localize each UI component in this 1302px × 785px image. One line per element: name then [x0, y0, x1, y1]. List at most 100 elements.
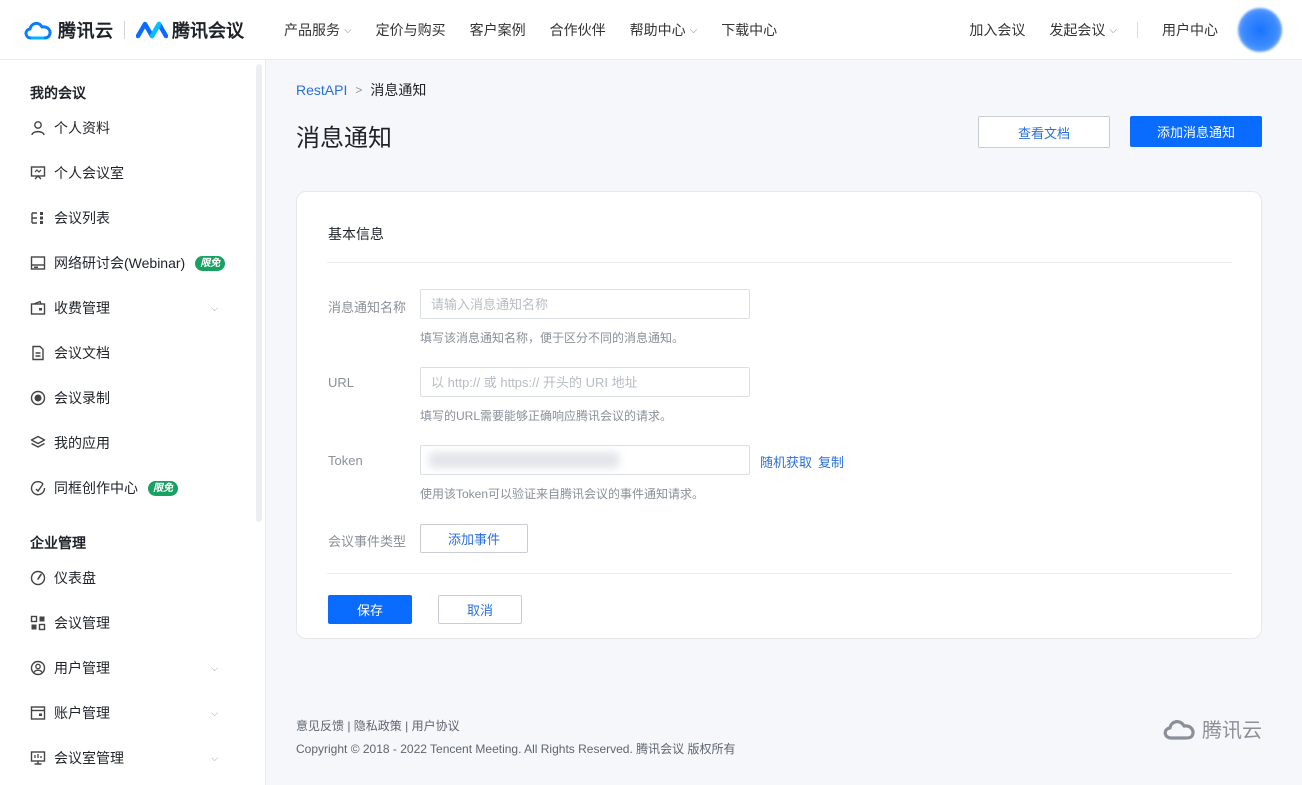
sidebar-item-label: 个人会议室	[54, 165, 124, 181]
save-button[interactable]: 保存	[328, 595, 412, 624]
sidebar-item-dashboard[interactable]: 仪表盘	[30, 568, 230, 588]
nav-cases[interactable]: 客户案例	[470, 20, 526, 40]
sidebar-item-label: 网络研讨会(Webinar)	[54, 255, 186, 271]
nav-pricing[interactable]: 定价与购买	[376, 20, 446, 40]
breadcrumb-restapi-link[interactable]: RestAPI	[296, 82, 347, 98]
sidebar-item-label: 我的应用	[54, 435, 110, 451]
grid-icon	[30, 615, 46, 631]
copy-token-link[interactable]: 复制	[818, 452, 844, 471]
sidebar-item-webinar[interactable]: 网络研讨会(Webinar) 限免	[30, 253, 260, 273]
sidebar-item-recording[interactable]: 会议录制	[30, 388, 230, 408]
sidebar-item-label: 账户管理	[54, 705, 110, 721]
token-label: Token	[328, 453, 363, 468]
token-input[interactable]	[420, 445, 750, 475]
webinar-icon	[30, 255, 46, 271]
add-notification-button[interactable]: 添加消息通知	[1130, 116, 1262, 147]
meeting-room-icon	[30, 750, 46, 766]
wallet-icon	[30, 300, 46, 316]
chevron-down-icon: ⌵	[211, 302, 218, 313]
chevron-down-icon: ⌵	[344, 24, 352, 36]
header-right-nav: 加入会议 发起会议 ⌵ 用户中心	[945, 0, 1218, 60]
breadcrumb-separator-icon: >	[355, 83, 363, 97]
cloud-logo-icon	[24, 21, 52, 40]
user-icon	[30, 120, 46, 136]
header-divider	[1137, 22, 1138, 38]
sidebar-item-creation-center[interactable]: 同框创作中心 限免	[30, 478, 260, 498]
notification-form-card: 基本信息 消息通知名称 填写该消息通知名称，便于区分不同的消息通知。 URL 填…	[296, 191, 1262, 639]
random-token-link[interactable]: 随机获取	[760, 452, 812, 471]
sidebar-scrollbar[interactable]	[256, 64, 262, 522]
footer-tencent-cloud-logo: 腾讯云	[1160, 714, 1262, 743]
users-icon	[30, 660, 46, 676]
sidebar-item-label: 会议文档	[54, 345, 110, 361]
nav-label: 用户中心	[1162, 22, 1218, 38]
sidebar-item-meeting-list[interactable]: 会议列表	[30, 208, 230, 228]
tencent-cloud-logo[interactable]: 腾讯云	[22, 17, 114, 43]
chevron-down-icon: ⌵	[211, 707, 218, 718]
name-help-text: 填写该消息通知名称，便于区分不同的消息通知。	[420, 331, 685, 345]
free-badge: 限免	[195, 255, 226, 271]
section-my-meetings: 我的会议	[30, 85, 86, 101]
token-help-text: 使用该Token可以验证来自腾讯会议的事件通知请求。	[420, 487, 705, 501]
sidebar-item-label: 会议列表	[54, 210, 110, 226]
list-icon	[30, 210, 46, 226]
meeting-logo-icon	[136, 21, 168, 39]
sidebar-item-label: 仪表盘	[54, 570, 96, 586]
record-icon	[30, 390, 46, 406]
sidebar-item-docs[interactable]: 会议文档	[30, 343, 230, 363]
footer-links[interactable]: 意见反馈 | 隐私政策 | 用户协议	[296, 717, 460, 734]
chevron-down-icon: ⌵	[211, 752, 218, 763]
layers-icon	[30, 435, 46, 451]
nav-label: 产品服务	[284, 22, 340, 38]
breadcrumb-current: 消息通知	[370, 82, 427, 98]
sidebar-item-billing[interactable]: 收费管理 ⌵	[30, 298, 230, 318]
user-center-link[interactable]: 用户中心	[1162, 20, 1218, 40]
url-input[interactable]	[420, 367, 750, 397]
start-meeting-link[interactable]: 发起会议 ⌵	[1049, 20, 1117, 40]
meeting-brand-text: 腾讯会议	[172, 21, 244, 41]
page-title: 消息通知	[296, 125, 392, 152]
token-value-redacted	[429, 452, 619, 468]
notification-name-input[interactable]	[420, 289, 750, 319]
sidebar-item-profile[interactable]: 个人资料	[30, 118, 230, 138]
chevron-down-icon: ⌵	[689, 24, 698, 36]
nav-download[interactable]: 下载中心	[721, 20, 777, 40]
sidebar-item-room-management[interactable]: 会议室管理 ⌵	[30, 748, 230, 768]
nav-partners[interactable]: 合作伙伴	[550, 20, 606, 40]
nav-help[interactable]: 帮助中心 ⌵	[630, 20, 698, 40]
url-help-text: 填写的URL需要能够正确响应腾讯会议的请求。	[420, 409, 673, 423]
chevron-down-icon: ⌵	[1109, 24, 1117, 36]
cloud-logo-icon	[1163, 719, 1195, 740]
sidebar-item-label: 用户管理	[54, 660, 110, 676]
nav-products[interactable]: 产品服务 ⌵	[284, 20, 352, 40]
sidebar-item-meeting-management[interactable]: 会议管理	[30, 613, 230, 633]
sidebar-item-personal-room[interactable]: 个人会议室	[30, 163, 230, 183]
sidebar-item-label: 会议管理	[54, 615, 110, 631]
add-event-button[interactable]: 添加事件	[420, 524, 528, 553]
nav-label: 合作伙伴	[549, 22, 606, 38]
sidebar-item-label: 会议室管理	[54, 750, 124, 766]
cloud-brand-text: 腾讯云	[58, 21, 114, 41]
sidebar: 我的会议 个人资料 个人会议室 会议列表 网络研讨会(Webinar) 限免 收…	[0, 60, 266, 785]
nav-label: 定价与购买	[375, 22, 446, 38]
free-badge: 限免	[148, 480, 178, 496]
document-icon	[30, 345, 46, 361]
sidebar-item-my-apps[interactable]: 我的应用	[30, 433, 230, 453]
sidebar-item-user-management[interactable]: 用户管理 ⌵	[30, 658, 230, 678]
sidebar-item-label: 会议录制	[54, 390, 110, 406]
join-meeting-link[interactable]: 加入会议	[969, 20, 1025, 40]
section-enterprise: 企业管理	[30, 535, 86, 551]
top-header: 腾讯云 腾讯会议 产品服务 ⌵ 定价与购买 客户案例 合作伙伴 帮助中心 ⌵ 下载中…	[0, 0, 1302, 60]
dashboard-icon	[30, 570, 46, 586]
avatar[interactable]	[1238, 8, 1282, 52]
section-title: 基本信息	[328, 226, 384, 242]
url-label: URL	[328, 375, 355, 390]
divider	[327, 262, 1232, 263]
view-docs-button[interactable]: 查看文档	[978, 116, 1110, 148]
room-icon	[30, 165, 46, 181]
tencent-meeting-logo[interactable]: 腾讯会议	[136, 17, 244, 43]
sidebar-item-account-management[interactable]: 账户管理 ⌵	[30, 703, 230, 723]
cancel-button[interactable]: 取消	[438, 595, 522, 624]
chevron-down-icon: ⌵	[211, 662, 218, 673]
create-icon	[30, 480, 46, 496]
